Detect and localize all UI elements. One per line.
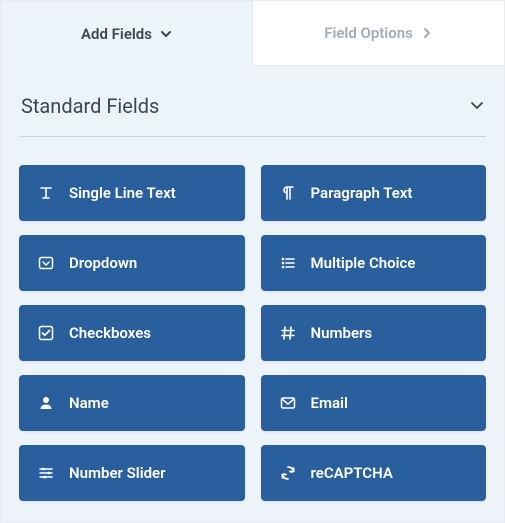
field-number-slider[interactable]: Number Slider — [19, 445, 245, 501]
sliders-icon — [37, 464, 55, 482]
chevron-down-icon — [160, 28, 172, 40]
hash-icon — [279, 324, 297, 342]
field-checkboxes[interactable]: Checkboxes — [19, 305, 245, 361]
field-dropdown[interactable]: Dropdown — [19, 235, 245, 291]
envelope-icon — [279, 394, 297, 412]
section-title: Standard Fields — [21, 94, 159, 118]
tab-label: Add Fields — [81, 25, 152, 43]
field-single-line-text[interactable]: Single Line Text — [19, 165, 245, 221]
recaptcha-icon — [279, 464, 297, 482]
tab-add-fields[interactable]: Add Fields — [1, 1, 252, 66]
field-label: Name — [69, 394, 109, 412]
text-input-icon — [37, 184, 55, 202]
tab-field-options[interactable]: Field Options — [252, 1, 504, 66]
field-label: Checkboxes — [69, 324, 151, 342]
field-label: Numbers — [311, 324, 373, 342]
tabs: Add Fields Field Options — [1, 1, 504, 66]
checkbox-icon — [37, 324, 55, 342]
field-label: Multiple Choice — [311, 254, 416, 272]
field-label: Email — [311, 394, 348, 412]
field-label: Number Slider — [69, 464, 166, 482]
panel-standard-fields: Standard Fields Single Line Text Paragra… — [1, 66, 504, 517]
field-paragraph-text[interactable]: Paragraph Text — [261, 165, 487, 221]
field-label: Single Line Text — [69, 184, 176, 202]
fields-grid: Single Line Text Paragraph Text Dropdown… — [19, 165, 486, 501]
field-label: Dropdown — [69, 254, 137, 272]
field-recaptcha[interactable]: reCAPTCHA — [261, 445, 487, 501]
user-icon — [37, 394, 55, 412]
field-label: Paragraph Text — [311, 184, 413, 202]
list-icon — [279, 254, 297, 272]
dropdown-icon — [37, 254, 55, 272]
tab-label: Field Options — [324, 24, 413, 42]
paragraph-icon — [279, 184, 297, 202]
field-multiple-choice[interactable]: Multiple Choice — [261, 235, 487, 291]
field-label: reCAPTCHA — [311, 464, 393, 482]
field-name[interactable]: Name — [19, 375, 245, 431]
chevron-right-icon — [421, 27, 433, 39]
field-numbers[interactable]: Numbers — [261, 305, 487, 361]
field-email[interactable]: Email — [261, 375, 487, 431]
section-toggle[interactable]: Standard Fields — [19, 84, 486, 137]
chevron-down-icon — [470, 97, 484, 116]
